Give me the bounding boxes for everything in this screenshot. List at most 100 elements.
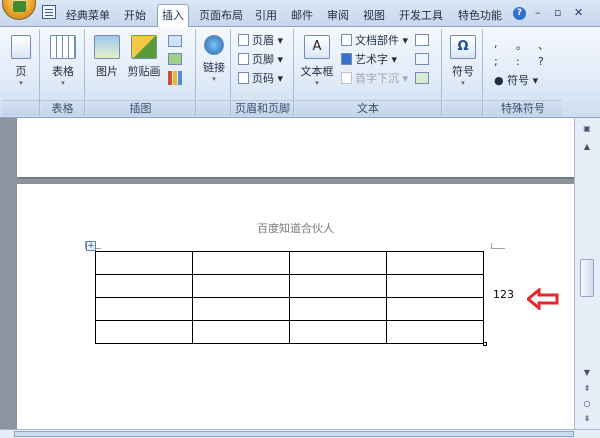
table-row: [95, 251, 484, 275]
group-tables: 表格 ▾ 表格: [41, 29, 85, 116]
clipart-button[interactable]: 剪贴画: [126, 35, 162, 79]
help-icon[interactable]: ?: [513, 7, 526, 20]
horizontal-scrollbar[interactable]: [0, 429, 600, 438]
next-page-icon[interactable]: ⇟: [579, 412, 595, 426]
tab-developer[interactable]: 开发工具: [396, 6, 446, 27]
table-cell[interactable]: [192, 320, 290, 344]
tab-references[interactable]: 引用: [252, 6, 280, 27]
header-button[interactable]: 页眉 ▾: [238, 33, 283, 49]
table-cell[interactable]: [289, 251, 387, 275]
table-row: [95, 297, 484, 321]
tab-page-layout[interactable]: 页面布局: [196, 6, 246, 27]
footer-button[interactable]: 页脚 ▾: [238, 52, 283, 68]
dropdown-arrow-icon: ▾: [61, 79, 65, 87]
table-cell[interactable]: [289, 320, 387, 344]
quick-parts-button[interactable]: 文档部件 ▾: [341, 33, 408, 49]
dropdown-arrow-icon: ▾: [19, 79, 23, 87]
group-symbols: Ω 符号 ▾: [443, 29, 483, 116]
symbol-char[interactable]: 。: [516, 37, 527, 53]
quick-parts-label: 文档部件: [355, 34, 399, 47]
table-cell[interactable]: [95, 297, 193, 321]
table-move-handle-icon[interactable]: +: [86, 241, 96, 251]
object-icon[interactable]: [415, 72, 429, 84]
table-button-label: 表格: [52, 65, 74, 78]
vertical-scrollbar[interactable]: ▣ ▲ ▼ ⇞ ○ ⇟: [574, 118, 600, 429]
office-button[interactable]: [2, 0, 36, 20]
ruler-toggle-icon[interactable]: ▣: [579, 122, 595, 136]
tab-classic-menu[interactable]: 经典菜单: [64, 6, 112, 27]
scroll-down-icon[interactable]: ▼: [579, 366, 595, 380]
date-time-icon[interactable]: [415, 53, 429, 65]
symbol-char[interactable]: ,: [494, 37, 498, 50]
table-cell[interactable]: [386, 320, 484, 344]
symbol-char[interactable]: ;: [494, 55, 498, 68]
group-label-header-footer: 页眉和页脚: [232, 100, 293, 116]
tab-review[interactable]: 审阅: [324, 6, 352, 27]
office-logo-icon: [13, 1, 26, 12]
symbol-button[interactable]: Ω 符号 ▾: [447, 35, 479, 87]
dropcap-button[interactable]: 首字下沉 ▾: [341, 71, 408, 87]
omega-icon: Ω: [450, 35, 476, 59]
symbol-char[interactable]: 、: [538, 37, 549, 53]
table-cell[interactable]: [95, 320, 193, 344]
shapes-icon[interactable]: [168, 35, 182, 47]
picture-button[interactable]: 图片: [92, 35, 122, 79]
horizontal-scroll-thumb[interactable]: [14, 431, 574, 437]
table-row: [95, 274, 484, 298]
tab-home[interactable]: 开始: [120, 6, 150, 27]
footer-button-label: 页脚: [252, 53, 274, 66]
restore-button[interactable]: ▫: [554, 6, 561, 19]
minimize-button[interactable]: –: [535, 6, 541, 19]
textbox-button[interactable]: A 文本框 ▾: [300, 35, 334, 87]
page-button[interactable]: 页 ▾: [7, 35, 35, 87]
page-number-button[interactable]: 页码 ▾: [238, 71, 283, 87]
classic-menu-icon[interactable]: [42, 5, 56, 19]
tab-mailings[interactable]: 邮件: [288, 6, 316, 27]
tab-special-features[interactable]: 特色功能: [454, 6, 506, 27]
special-symbol-menu[interactable]: ● 符号 ▾: [494, 73, 538, 89]
group-label-pages: [2, 100, 39, 116]
table-cell[interactable]: [95, 274, 193, 298]
link-button[interactable]: 链接 ▾: [200, 35, 228, 83]
table-cell[interactable]: [289, 274, 387, 298]
wordart-icon: [341, 53, 352, 65]
scroll-up-icon[interactable]: ▲: [579, 140, 595, 154]
table-cell[interactable]: [192, 251, 290, 275]
document-table[interactable]: [95, 251, 484, 344]
group-label-symbols: [443, 100, 482, 116]
browse-object-icon[interactable]: ○: [579, 397, 595, 411]
wordart-button[interactable]: 艺术字 ▾: [341, 52, 397, 68]
clipart-icon: [131, 35, 157, 59]
chart-icon[interactable]: [168, 71, 182, 85]
previous-page[interactable]: [17, 118, 574, 177]
table-resize-handle[interactable]: [483, 342, 487, 346]
table-cell[interactable]: [386, 274, 484, 298]
table-cell[interactable]: [386, 251, 484, 275]
margin-corner-mark: [491, 243, 505, 249]
red-arrow-icon: [527, 288, 559, 310]
tab-view[interactable]: 视图: [360, 6, 388, 27]
symbol-button-label: 符号: [452, 65, 474, 78]
side-value-text[interactable]: 123: [493, 288, 514, 301]
table-cell[interactable]: [192, 297, 290, 321]
symbol-char[interactable]: :: [516, 55, 520, 68]
scroll-thumb[interactable]: [580, 259, 594, 297]
word-window: 经典菜单 开始 插入 页面布局 引用 邮件 审阅 视图 开发工具 特色功能 ? …: [0, 0, 600, 438]
tab-insert[interactable]: 插入: [157, 4, 189, 28]
table-cell[interactable]: [386, 297, 484, 321]
smartart-icon[interactable]: [168, 53, 182, 65]
picture-button-label: 图片: [96, 65, 118, 78]
page-button-label: 页: [15, 65, 27, 78]
table-cell[interactable]: [95, 251, 193, 275]
table-button[interactable]: 表格 ▾: [47, 35, 79, 87]
current-page[interactable]: 百度知道合伙人 + 123: [17, 184, 574, 429]
signature-line-icon[interactable]: [415, 34, 429, 46]
table-cell[interactable]: [192, 274, 290, 298]
symbol-char[interactable]: ?: [538, 55, 544, 68]
textbox-button-label: 文本框: [300, 65, 334, 78]
table-cell[interactable]: [289, 297, 387, 321]
close-button[interactable]: ✕: [574, 6, 583, 19]
link-button-label: 链接: [203, 61, 225, 74]
previous-page-icon[interactable]: ⇞: [579, 382, 595, 396]
header-text[interactable]: 百度知道合伙人: [257, 220, 334, 236]
